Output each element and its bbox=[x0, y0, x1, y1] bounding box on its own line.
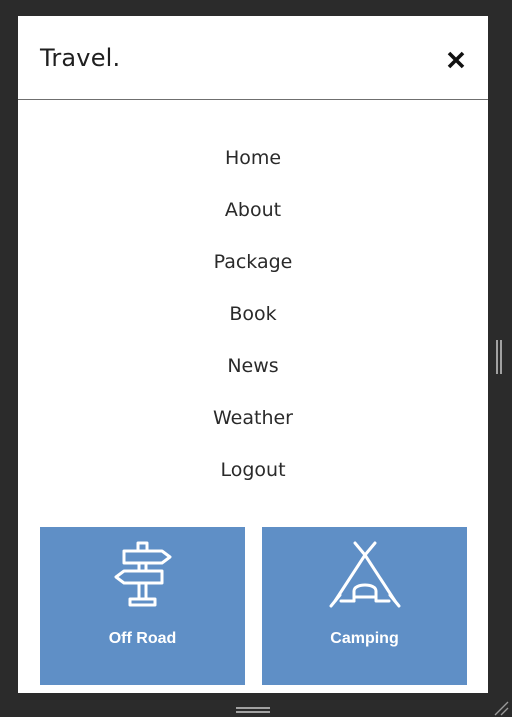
card-label: Camping bbox=[330, 630, 399, 647]
signpost-icon bbox=[114, 541, 171, 607]
nav-item-news[interactable]: News bbox=[18, 348, 488, 400]
menu-panel: Travel. Home About Package Book News Wea… bbox=[18, 16, 488, 693]
horizontal-resize-handle[interactable] bbox=[236, 706, 270, 714]
vertical-resize-handle[interactable] bbox=[495, 340, 503, 374]
brand-logo[interactable]: Travel. bbox=[40, 44, 120, 72]
nav-item-about[interactable]: About bbox=[18, 192, 488, 244]
menu-header: Travel. bbox=[18, 16, 488, 100]
main-nav: Home About Package Book News Weather Log… bbox=[18, 140, 488, 504]
window-frame: Travel. Home About Package Book News Wea… bbox=[0, 0, 512, 717]
nav-item-book[interactable]: Book bbox=[18, 296, 488, 348]
nav-item-weather[interactable]: Weather bbox=[18, 400, 488, 452]
card-camping[interactable]: Camping bbox=[262, 527, 467, 685]
resize-grip-icon[interactable] bbox=[492, 700, 510, 716]
category-cards: Off Road Camping bbox=[40, 527, 467, 685]
tent-icon bbox=[329, 541, 400, 608]
card-label: Off Road bbox=[108, 630, 177, 647]
close-icon[interactable] bbox=[446, 50, 466, 70]
nav-item-package[interactable]: Package bbox=[18, 244, 488, 296]
card-off-road[interactable]: Off Road bbox=[40, 527, 245, 685]
nav-item-home[interactable]: Home bbox=[18, 140, 488, 192]
nav-item-logout[interactable]: Logout bbox=[18, 452, 488, 504]
